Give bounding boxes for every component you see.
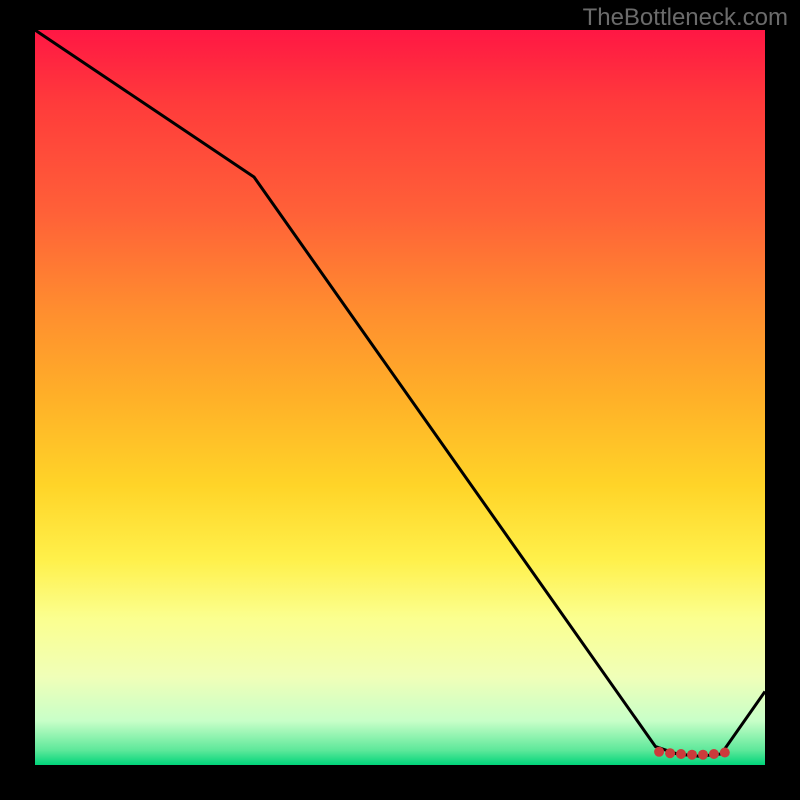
chart-line [35,30,765,756]
chart-svg [35,30,765,765]
chart-marker [720,748,730,758]
chart-marker [654,747,664,757]
chart-frame: TheBottleneck.com [0,0,800,800]
chart-marker [698,750,708,760]
chart-marker [687,750,697,760]
chart-marker [665,748,675,758]
chart-marker [709,749,719,759]
chart-marker [676,749,686,759]
plot-area [35,30,765,765]
watermark-label: TheBottleneck.com [583,4,788,32]
